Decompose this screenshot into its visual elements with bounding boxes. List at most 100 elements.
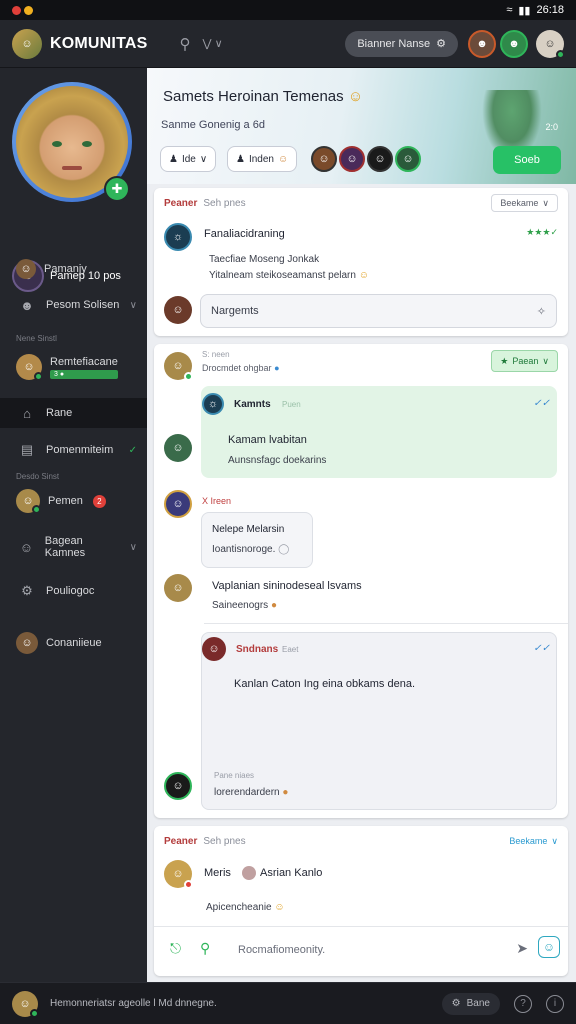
card-tag-dropdown[interactable]: Beekame ∨ [491,194,558,212]
card-tag-dropdown[interactable]: Beekame ∨ [509,836,558,847]
message-author: Kamnts [234,399,271,410]
member-avatar[interactable]: ☺ [311,146,337,172]
member-avatar[interactable]: ☺ [367,146,393,172]
message-text: Kamam lvabitan [228,434,307,446]
message-time: Eaet [282,645,299,654]
post-line-2: Yitalneam steikoseamanst pelarn ☺ [209,270,369,281]
search-icon[interactable]: ⚲ [180,35,191,53]
message-subtext: Saineenogrs ● [212,600,277,611]
chevron-down-icon: ∨ [551,836,558,846]
unread-badge: 2 [92,494,106,508]
join-button[interactable]: Soeb [493,146,561,174]
hero-title-text: Samets Heroinan Temenas [163,88,344,105]
send-icon[interactable]: ➤ [516,940,528,957]
chevron-down-icon: ∨ [129,299,137,311]
search-icon[interactable]: ⚲ [200,940,210,957]
sort-chip[interactable]: ♟ Inden ☺ [227,146,298,172]
portrait-eye [82,141,92,147]
sidebar-item-label: Rane [46,407,73,419]
reply-input[interactable]: Nargemts ✧ [200,294,557,328]
card-meta: Seh pnes [203,836,246,847]
item-avatar: ☺ [16,632,38,654]
app-title: KOMUNITAS [50,34,148,52]
divider [204,623,568,624]
sidebar-item-label: Pouliogoc [46,585,95,597]
section-caption: Nene Sinstl [16,334,57,343]
emoji-picker-icon[interactable]: ☺ [538,936,560,958]
filter-dropdown-icon[interactable]: ⋁ ∨ [203,37,223,50]
bottom-action-button[interactable]: ⚙ Bane [441,992,500,1015]
read-receipt-icon: ✓✓ [533,398,550,409]
message-avatar: ☺ [202,637,226,661]
help-icon[interactable]: ? [514,994,532,1013]
main-content: Samets Heroinan Temenas ☺ Sanme Gonenig … [147,68,576,982]
message-caption: X Ireen [202,496,232,506]
sidebar-item-label: Pamanjy [44,263,87,275]
thread-avatar[interactable]: ☺ [164,352,193,381]
game-avatar[interactable]: ☻ [500,29,528,58]
app-notification-icon [12,5,21,15]
post-title: Fanaliacidraning [204,228,285,240]
emoji-icon: ● [282,787,289,798]
grin-emoji-icon: ☺ [358,270,369,281]
card-header: Peaner Seh pnes [164,198,246,209]
sidebar-item-bagean-kamnes[interactable]: ☺ Bagean Kamnes ∨ [0,532,147,562]
sparkle-icon[interactable]: ✧ [537,305,546,318]
folder-icon: ▤ [20,442,34,457]
filter-chip[interactable]: ♟ Ide ∨ [160,146,217,172]
portrait-mouth [62,166,82,170]
group-avatar: ☺ [16,354,43,381]
game-controller-icon[interactable]: ✚ [104,176,130,202]
sidebar-item-pomenmiteim[interactable]: ▤ Pomenmiteim ✓ [0,435,147,465]
post-author-2: Asrian Kanlo [242,866,322,880]
post-card: Peaner Seh pnes Beekame ∨ ☼ Fanaliacidra… [154,188,568,336]
info-icon[interactable]: i [546,994,564,1013]
people-icon: ☺ [19,539,34,555]
message-author: Sndnans [236,644,279,655]
portrait-eye [52,141,62,147]
group-name: Pemen [48,495,83,507]
header-action-button[interactable]: Bianner Nanse ⚙ [345,30,458,57]
compose-input[interactable]: Rocmafiomeonity. [238,944,325,956]
thread-tag-dropdown[interactable]: ★ Paean ∨ [491,350,558,372]
group-avatar: ☺ [16,489,41,514]
grin-emoji-icon: ☺ [274,902,285,913]
chip-label: Ide [181,153,196,165]
message-text: Kanlan Caton Ing eina obkams dena. [234,678,416,690]
sidebar-item-pesom-solisen[interactable]: ☻ Pesom Solisen ∨ [0,290,147,320]
attach-icon[interactable]: ⎋ [170,940,181,957]
sidebar-group-remtefiacane[interactable]: ☺ Remtefiacane 3 ● [0,348,147,386]
card-category: Peaner [164,836,198,847]
sidebar: ✚ ☺ Pamep 10 pos ☺ Pamanjy ☻ Pesom Solis… [0,68,147,982]
post-avatar[interactable]: ☺ [164,860,193,889]
check-icon: ✓ [128,444,137,456]
reply-placeholder: Nargemts [211,305,259,317]
post-author-2-text: Asrian Kanlo [260,867,323,879]
message-text: Nelepe Melarsin [212,524,285,535]
notification-icons [12,5,33,15]
friend-avatar[interactable]: ☻ [468,29,496,58]
sidebar-item-pouliogoc[interactable]: ⚙ Pouliogoc [0,576,147,606]
sidebar-item-conaniieue[interactable]: ☺ Conaniieue [0,628,147,658]
member-avatar[interactable]: ☺ [339,146,365,172]
user-avatar[interactable]: ☺ [536,29,565,59]
message-bubble [201,512,313,568]
app-notification-icon [24,5,33,15]
post-avatar[interactable]: ☼ [164,223,192,251]
emoji-icon: ● [270,600,277,611]
member-avatar[interactable]: ☺ [395,146,421,172]
card-tag-label: Beekame [500,198,539,208]
sidebar-group-pemen[interactable]: ☺ Pemen 2 [0,486,147,516]
status-time: 26:18 [536,4,564,16]
thread-author: Drocmdet ohgbar ● [202,363,280,373]
thread-author-text: Drocmdet ohgbar [202,363,272,373]
signal-icon: ▮▮ [518,4,531,17]
sidebar-item-rane[interactable]: ⌂ Rane [0,398,147,428]
message-sender-avatar: ☺ [164,434,192,462]
message-avatar: ☼ [202,393,224,415]
verified-icon: ● [274,363,280,373]
settings-icon: ⚙ [436,38,446,50]
bottom-avatar[interactable]: ☺ [12,990,39,1018]
message-bubble [201,632,557,810]
sidebar-item-pamanjy[interactable]: ☺ Pamanjy [0,254,147,284]
